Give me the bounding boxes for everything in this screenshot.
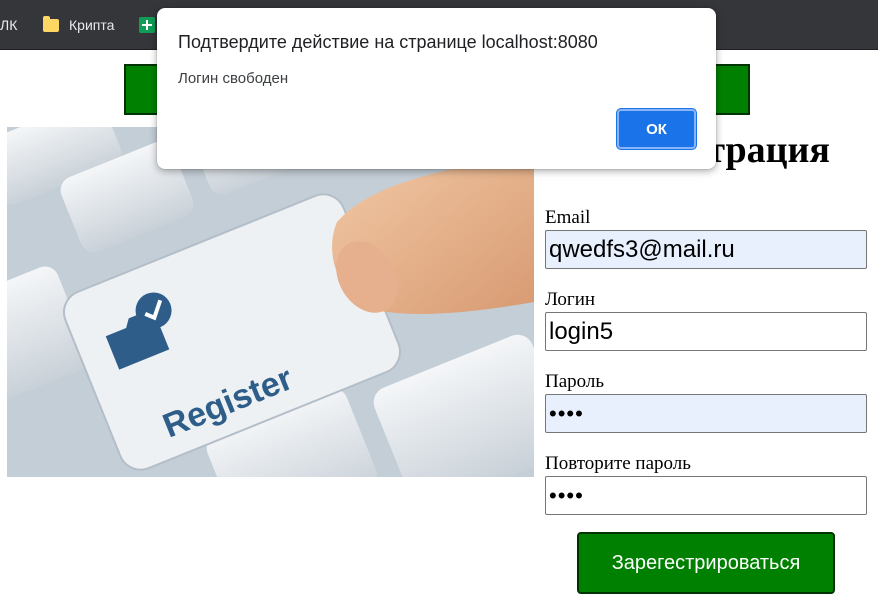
password-label: Пароль xyxy=(545,371,605,392)
dialog-title: Подтвердите действие на странице localho… xyxy=(178,32,598,52)
repeat-password-field[interactable] xyxy=(545,476,867,515)
password-field[interactable] xyxy=(545,394,867,433)
email-field[interactable] xyxy=(545,230,867,269)
dialog-message: Логин свободен xyxy=(178,70,289,87)
login-label: Логин xyxy=(545,289,596,310)
bookmark-kripta-label: Крипта xyxy=(69,17,115,33)
folder-icon xyxy=(43,15,59,32)
register-button[interactable]: Зарегестрироваться xyxy=(577,532,835,594)
register-keyboard-image: Register xyxy=(7,127,534,477)
confirm-dialog: Подтвердите действие на странице localho… xyxy=(157,8,716,169)
repeat-password-label: Повторите пароль xyxy=(545,453,691,474)
bookmark-kripta[interactable]: Крипта xyxy=(43,15,115,33)
spreadsheet-icon[interactable] xyxy=(139,17,155,33)
dialog-ok-button[interactable]: ОК xyxy=(617,109,696,149)
bookmark-lk[interactable]: ЛК xyxy=(0,17,17,33)
bookmark-lk-label: ЛК xyxy=(0,17,18,33)
email-label: Email xyxy=(545,207,591,228)
login-field[interactable] xyxy=(545,312,867,351)
